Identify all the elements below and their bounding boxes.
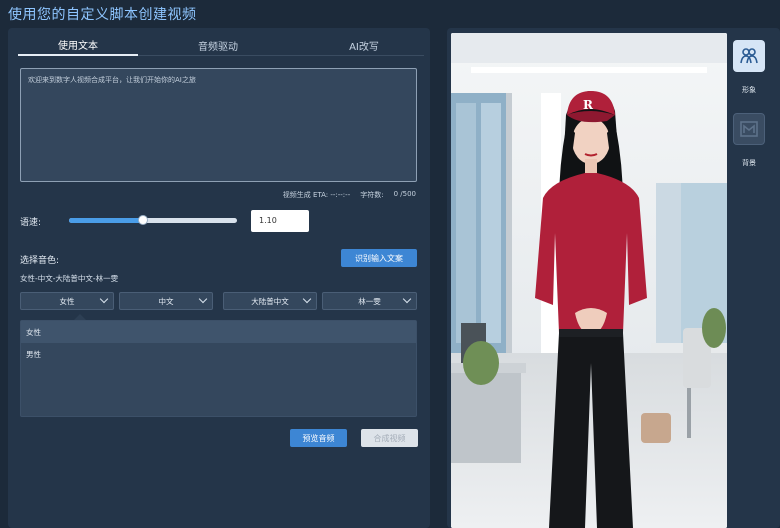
preview-panel: R 形象 背景: [447, 28, 780, 528]
app-title: 使用您的自定义脚本创建视频: [8, 7, 197, 23]
script-panel: 使用文本 音频驱动 AI改写 欢迎来到数字人视频合成平台，让我们开始你的AI之旅…: [8, 28, 430, 528]
selected-voice-desc: 女性-中文-大陆普中文-林一雯: [20, 274, 119, 283]
option-female[interactable]: 女性: [21, 321, 416, 343]
recognize-text-button[interactable]: 识别输入文案: [341, 249, 417, 267]
char-count-value: 0 /500: [393, 190, 416, 198]
script-textarea[interactable]: 欢迎来到数字人视频合成平台，让我们开始你的AI之旅: [20, 68, 417, 182]
char-count-label: 字符数:: [360, 191, 384, 199]
eta-label: 视频生成 ETA: --:--:--: [282, 191, 351, 199]
preview-audio-button[interactable]: 预览音频: [290, 429, 347, 447]
accent-select-value: 大陆普中文: [251, 296, 289, 306]
avatar-tab-button[interactable]: [733, 40, 765, 72]
generation-meta: 视频生成 ETA: --:--:-- 字符数: 0 /500: [283, 190, 416, 200]
tab-use-text[interactable]: 使用文本: [18, 34, 138, 56]
speed-slider[interactable]: [69, 215, 237, 225]
speed-slider-fill: [69, 218, 143, 223]
chevron-down-icon: [99, 294, 109, 304]
avatar-tab-label: 形象: [742, 86, 756, 94]
gender-select[interactable]: 女性: [20, 292, 114, 310]
background-tab-button[interactable]: [733, 113, 765, 145]
option-male[interactable]: 男性: [21, 343, 416, 365]
people-icon: [740, 48, 758, 64]
language-select[interactable]: 中文: [119, 292, 213, 310]
avatar-preview-image: R: [451, 33, 727, 528]
language-select-value: 中文: [158, 296, 174, 306]
speed-slider-thumb[interactable]: [137, 215, 148, 225]
speaker-select-value: 林一雯: [358, 296, 381, 306]
speed-label: 语速:: [20, 218, 42, 228]
chevron-down-icon: [198, 294, 208, 304]
chevron-down-icon: [402, 294, 412, 304]
background-tab-label: 背景: [742, 159, 756, 167]
tab-audio-driven[interactable]: 音频驱动: [158, 34, 278, 56]
compose-video-button[interactable]: 合成视频: [361, 429, 418, 447]
voice-label: 选择音色:: [20, 256, 60, 266]
chevron-down-icon: [302, 294, 312, 304]
tab-bar: 使用文本 音频驱动 AI改写: [18, 34, 424, 56]
speed-input[interactable]: 1.10: [251, 210, 309, 232]
avatar-preview: R: [451, 33, 727, 528]
gender-options-list: 女性 男性: [20, 320, 417, 417]
picture-icon: [740, 121, 758, 137]
svg-text:R: R: [583, 98, 594, 112]
accent-select[interactable]: 大陆普中文: [223, 292, 317, 310]
speaker-select[interactable]: 林一雯: [322, 292, 417, 310]
gender-select-value: 女性: [59, 296, 75, 306]
tab-ai-rewrite[interactable]: AI改写: [304, 34, 424, 56]
